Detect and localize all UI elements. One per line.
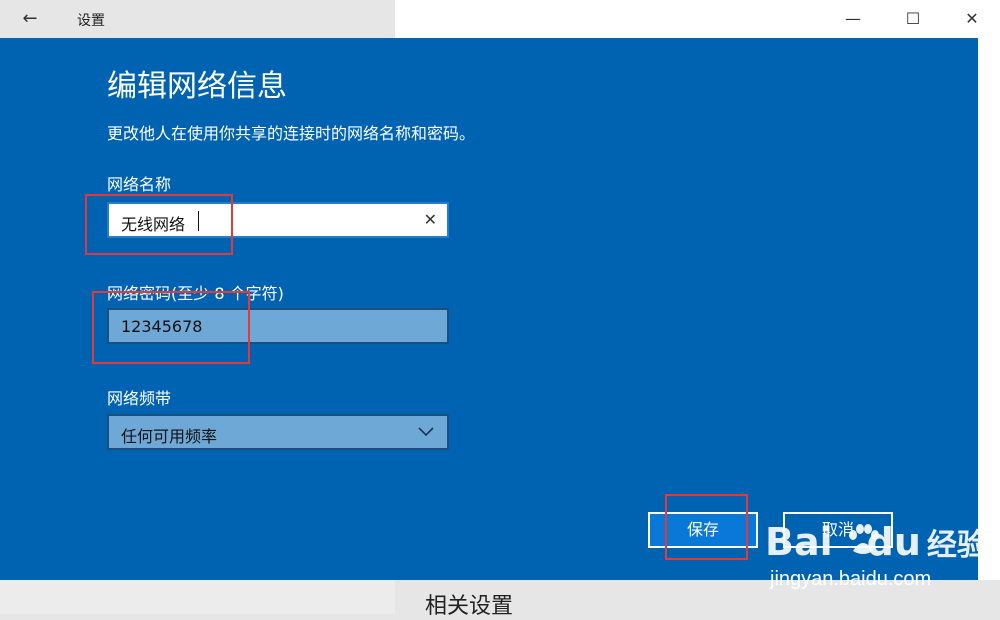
watermark-logo-text: Bai (765, 520, 833, 564)
watermark-cn-text: 经验 (926, 528, 987, 563)
maximize-button[interactable]: ☐ (898, 4, 928, 34)
network-band-select[interactable]: 任何可用频率 (107, 414, 449, 450)
watermark-url: jingyan.baidu.com (770, 568, 932, 590)
network-band-selected: 任何可用频率 (121, 427, 218, 446)
paw-logo-icon (845, 523, 881, 563)
title-bar-left: ← 设置 (0, 0, 395, 38)
chevron-down-icon (417, 422, 435, 444)
bottom-left-panel (0, 580, 395, 614)
minimize-icon: — (845, 9, 861, 28)
related-settings-heading: 相关设置 (425, 594, 514, 619)
network-band-label: 网络频带 (107, 389, 172, 408)
annotation-box-password (92, 291, 250, 364)
back-arrow-icon: ← (22, 8, 38, 29)
back-button[interactable]: ← (16, 6, 44, 32)
maximize-icon: ☐ (905, 9, 921, 28)
minimize-button[interactable]: — (838, 4, 868, 34)
annotation-box-name (85, 194, 233, 255)
close-icon: ✕ (965, 9, 979, 28)
dialog-description: 更改他人在使用你共享的连接时的网络名称和密码。 (107, 124, 476, 143)
network-name-label: 网络名称 (107, 175, 172, 194)
app-title: 设置 (77, 13, 105, 29)
dialog-title: 编辑网络信息 (107, 69, 287, 104)
background-area (978, 38, 1000, 580)
close-button[interactable]: ✕ (957, 4, 987, 34)
title-bar: ← 设置 — ☐ ✕ (0, 0, 1000, 38)
clear-icon[interactable]: ✕ (424, 210, 437, 229)
annotation-box-save (665, 494, 748, 560)
